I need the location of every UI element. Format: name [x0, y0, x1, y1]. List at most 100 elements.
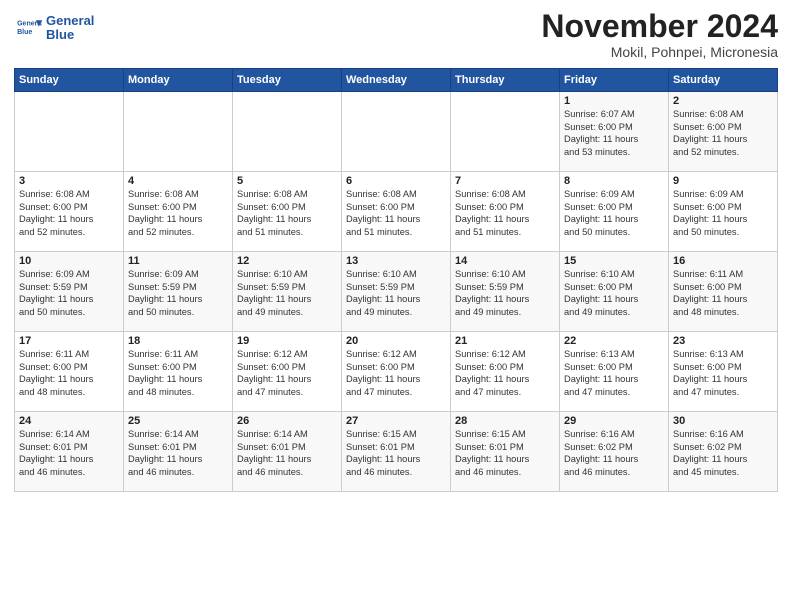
- calendar-cell: 3Sunrise: 6:08 AMSunset: 6:00 PMDaylight…: [15, 172, 124, 252]
- day-info: Sunrise: 6:16 AMSunset: 6:02 PMDaylight:…: [673, 428, 773, 478]
- day-number: 24: [19, 415, 119, 427]
- day-number: 23: [673, 335, 773, 347]
- calendar-cell: 2Sunrise: 6:08 AMSunset: 6:00 PMDaylight…: [669, 92, 778, 172]
- logo-text: General Blue: [46, 14, 94, 43]
- header: General Blue General Blue November 2024 …: [14, 10, 778, 60]
- calendar-cell: [342, 92, 451, 172]
- calendar-cell: 29Sunrise: 6:16 AMSunset: 6:02 PMDayligh…: [560, 412, 669, 492]
- day-info: Sunrise: 6:11 AMSunset: 6:00 PMDaylight:…: [128, 348, 228, 398]
- day-info: Sunrise: 6:12 AMSunset: 6:00 PMDaylight:…: [455, 348, 555, 398]
- day-info: Sunrise: 6:10 AMSunset: 5:59 PMDaylight:…: [237, 268, 337, 318]
- day-number: 11: [128, 255, 228, 267]
- day-number: 19: [237, 335, 337, 347]
- day-number: 17: [19, 335, 119, 347]
- weekday-header-row: SundayMondayTuesdayWednesdayThursdayFrid…: [15, 69, 778, 92]
- calendar-cell: 24Sunrise: 6:14 AMSunset: 6:01 PMDayligh…: [15, 412, 124, 492]
- day-info: Sunrise: 6:08 AMSunset: 6:00 PMDaylight:…: [19, 188, 119, 238]
- day-info: Sunrise: 6:09 AMSunset: 6:00 PMDaylight:…: [673, 188, 773, 238]
- day-info: Sunrise: 6:13 AMSunset: 6:00 PMDaylight:…: [673, 348, 773, 398]
- logo-line2: Blue: [46, 28, 94, 42]
- logo-icon: General Blue: [14, 14, 42, 42]
- calendar-cell: 27Sunrise: 6:15 AMSunset: 6:01 PMDayligh…: [342, 412, 451, 492]
- calendar-cell: 21Sunrise: 6:12 AMSunset: 6:00 PMDayligh…: [451, 332, 560, 412]
- day-number: 16: [673, 255, 773, 267]
- day-info: Sunrise: 6:10 AMSunset: 5:59 PMDaylight:…: [455, 268, 555, 318]
- calendar-cell: 5Sunrise: 6:08 AMSunset: 6:00 PMDaylight…: [233, 172, 342, 252]
- day-info: Sunrise: 6:08 AMSunset: 6:00 PMDaylight:…: [237, 188, 337, 238]
- day-number: 21: [455, 335, 555, 347]
- day-number: 12: [237, 255, 337, 267]
- day-number: 14: [455, 255, 555, 267]
- day-info: Sunrise: 6:09 AMSunset: 5:59 PMDaylight:…: [19, 268, 119, 318]
- svg-text:Blue: Blue: [17, 30, 32, 37]
- calendar-cell: [124, 92, 233, 172]
- logo: General Blue General Blue: [14, 14, 94, 43]
- calendar-cell: 4Sunrise: 6:08 AMSunset: 6:00 PMDaylight…: [124, 172, 233, 252]
- weekday-header-wednesday: Wednesday: [342, 69, 451, 92]
- calendar-cell: [15, 92, 124, 172]
- day-number: 6: [346, 175, 446, 187]
- day-info: Sunrise: 6:10 AMSunset: 6:00 PMDaylight:…: [564, 268, 664, 318]
- day-info: Sunrise: 6:14 AMSunset: 6:01 PMDaylight:…: [237, 428, 337, 478]
- day-info: Sunrise: 6:16 AMSunset: 6:02 PMDaylight:…: [564, 428, 664, 478]
- day-number: 4: [128, 175, 228, 187]
- day-info: Sunrise: 6:08 AMSunset: 6:00 PMDaylight:…: [673, 108, 773, 158]
- day-info: Sunrise: 6:15 AMSunset: 6:01 PMDaylight:…: [455, 428, 555, 478]
- day-number: 8: [564, 175, 664, 187]
- day-number: 5: [237, 175, 337, 187]
- location: Mokil, Pohnpei, Micronesia: [541, 44, 778, 60]
- week-row-5: 24Sunrise: 6:14 AMSunset: 6:01 PMDayligh…: [15, 412, 778, 492]
- day-info: Sunrise: 6:07 AMSunset: 6:00 PMDaylight:…: [564, 108, 664, 158]
- calendar-cell: 30Sunrise: 6:16 AMSunset: 6:02 PMDayligh…: [669, 412, 778, 492]
- calendar-cell: 11Sunrise: 6:09 AMSunset: 5:59 PMDayligh…: [124, 252, 233, 332]
- day-info: Sunrise: 6:09 AMSunset: 5:59 PMDaylight:…: [128, 268, 228, 318]
- calendar-cell: 9Sunrise: 6:09 AMSunset: 6:00 PMDaylight…: [669, 172, 778, 252]
- calendar-cell: 23Sunrise: 6:13 AMSunset: 6:00 PMDayligh…: [669, 332, 778, 412]
- calendar-cell: 7Sunrise: 6:08 AMSunset: 6:00 PMDaylight…: [451, 172, 560, 252]
- day-number: 18: [128, 335, 228, 347]
- day-info: Sunrise: 6:14 AMSunset: 6:01 PMDaylight:…: [128, 428, 228, 478]
- day-number: 29: [564, 415, 664, 427]
- calendar-cell: 14Sunrise: 6:10 AMSunset: 5:59 PMDayligh…: [451, 252, 560, 332]
- day-number: 30: [673, 415, 773, 427]
- weekday-header-saturday: Saturday: [669, 69, 778, 92]
- calendar-cell: 15Sunrise: 6:10 AMSunset: 6:00 PMDayligh…: [560, 252, 669, 332]
- day-number: 15: [564, 255, 664, 267]
- day-number: 20: [346, 335, 446, 347]
- day-info: Sunrise: 6:08 AMSunset: 6:00 PMDaylight:…: [346, 188, 446, 238]
- day-info: Sunrise: 6:10 AMSunset: 5:59 PMDaylight:…: [346, 268, 446, 318]
- calendar-cell: [233, 92, 342, 172]
- calendar-cell: 22Sunrise: 6:13 AMSunset: 6:00 PMDayligh…: [560, 332, 669, 412]
- day-number: 28: [455, 415, 555, 427]
- weekday-header-tuesday: Tuesday: [233, 69, 342, 92]
- weekday-header-sunday: Sunday: [15, 69, 124, 92]
- calendar-cell: 17Sunrise: 6:11 AMSunset: 6:00 PMDayligh…: [15, 332, 124, 412]
- logo-line1: General: [46, 14, 94, 28]
- calendar-table: SundayMondayTuesdayWednesdayThursdayFrid…: [14, 68, 778, 492]
- weekday-header-monday: Monday: [124, 69, 233, 92]
- day-number: 27: [346, 415, 446, 427]
- calendar-cell: 8Sunrise: 6:09 AMSunset: 6:00 PMDaylight…: [560, 172, 669, 252]
- week-row-4: 17Sunrise: 6:11 AMSunset: 6:00 PMDayligh…: [15, 332, 778, 412]
- calendar-cell: 19Sunrise: 6:12 AMSunset: 6:00 PMDayligh…: [233, 332, 342, 412]
- weekday-header-friday: Friday: [560, 69, 669, 92]
- calendar-cell: 18Sunrise: 6:11 AMSunset: 6:00 PMDayligh…: [124, 332, 233, 412]
- day-number: 25: [128, 415, 228, 427]
- day-info: Sunrise: 6:14 AMSunset: 6:01 PMDaylight:…: [19, 428, 119, 478]
- day-number: 10: [19, 255, 119, 267]
- day-info: Sunrise: 6:12 AMSunset: 6:00 PMDaylight:…: [346, 348, 446, 398]
- calendar-cell: 12Sunrise: 6:10 AMSunset: 5:59 PMDayligh…: [233, 252, 342, 332]
- week-row-2: 3Sunrise: 6:08 AMSunset: 6:00 PMDaylight…: [15, 172, 778, 252]
- day-info: Sunrise: 6:09 AMSunset: 6:00 PMDaylight:…: [564, 188, 664, 238]
- day-number: 22: [564, 335, 664, 347]
- day-number: 26: [237, 415, 337, 427]
- calendar-cell: 10Sunrise: 6:09 AMSunset: 5:59 PMDayligh…: [15, 252, 124, 332]
- day-info: Sunrise: 6:11 AMSunset: 6:00 PMDaylight:…: [19, 348, 119, 398]
- page-container: General Blue General Blue November 2024 …: [0, 0, 792, 612]
- day-number: 13: [346, 255, 446, 267]
- day-number: 3: [19, 175, 119, 187]
- day-info: Sunrise: 6:13 AMSunset: 6:00 PMDaylight:…: [564, 348, 664, 398]
- calendar-cell: 20Sunrise: 6:12 AMSunset: 6:00 PMDayligh…: [342, 332, 451, 412]
- calendar-cell: 28Sunrise: 6:15 AMSunset: 6:01 PMDayligh…: [451, 412, 560, 492]
- day-info: Sunrise: 6:15 AMSunset: 6:01 PMDaylight:…: [346, 428, 446, 478]
